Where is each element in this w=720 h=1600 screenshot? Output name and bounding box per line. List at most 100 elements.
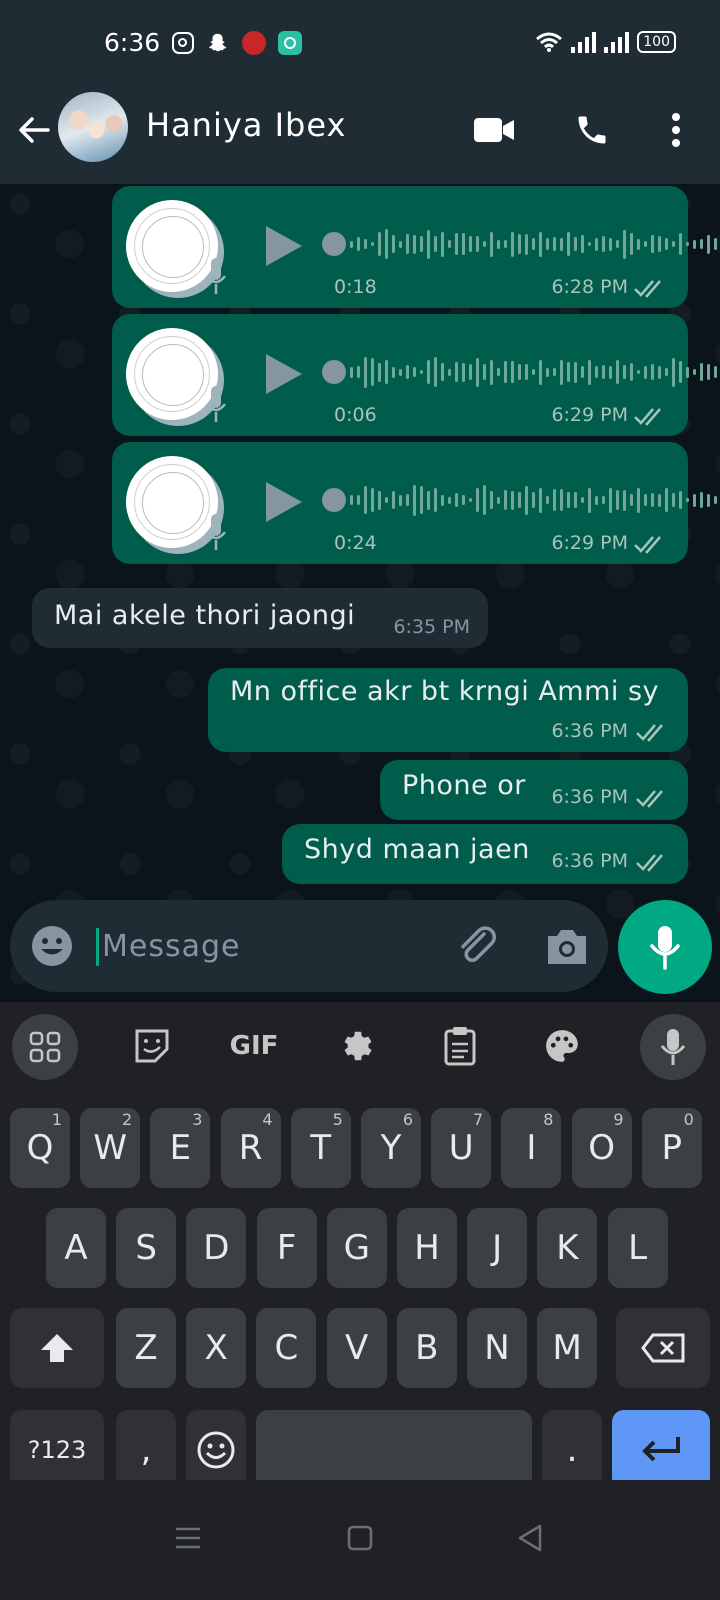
key-number-hint: 7 [473, 1110, 484, 1129]
key-label: Q [26, 1128, 54, 1168]
menu-button[interactable] [164, 1514, 212, 1562]
play-icon[interactable] [262, 222, 306, 270]
key-d[interactable]: D [186, 1208, 247, 1288]
shift-key[interactable] [10, 1308, 104, 1388]
waveform-bar [609, 365, 612, 379]
waveform-bar [637, 238, 640, 250]
outgoing-message[interactable]: Mn office akr bt krngi Ammi sy 6:36 PM [208, 668, 688, 752]
key-u[interactable]: U7 [431, 1108, 492, 1188]
key-label: X [204, 1328, 228, 1368]
read-ticks-icon [636, 854, 663, 872]
key-m[interactable]: M [537, 1308, 598, 1388]
symbols-key[interactable]: ?123 [10, 1410, 104, 1490]
waveform[interactable] [322, 226, 717, 262]
gif-button[interactable]: GIF [222, 1014, 286, 1078]
key-n[interactable]: N [467, 1308, 527, 1388]
key-p[interactable]: P0 [641, 1108, 702, 1188]
waveform-bar [490, 359, 493, 385]
play-icon[interactable] [262, 478, 306, 526]
sticker-button[interactable] [120, 1014, 184, 1078]
incoming-message[interactable]: Mai akele thori jaongi 6:35 PM [32, 588, 488, 648]
period-key[interactable]: . [542, 1410, 602, 1490]
key-l[interactable]: L [607, 1208, 668, 1288]
key-x[interactable]: X [186, 1308, 247, 1388]
waveform-bar [546, 238, 549, 250]
waveform-bar [483, 485, 486, 515]
key-number-hint: 2 [122, 1110, 133, 1129]
voice-input-button[interactable] [640, 1014, 706, 1080]
key-t[interactable]: T5 [290, 1108, 351, 1188]
key-j[interactable]: J [467, 1208, 528, 1288]
attach-icon[interactable] [454, 922, 502, 970]
waveform-bar [364, 486, 367, 514]
key-y[interactable]: Y6 [361, 1108, 421, 1188]
enter-key[interactable] [612, 1410, 710, 1490]
waveform[interactable] [322, 482, 717, 518]
video-call-button[interactable] [470, 106, 518, 154]
key-a[interactable]: A [46, 1208, 106, 1288]
waveform-bar [546, 496, 549, 504]
clipboard-button[interactable] [428, 1014, 492, 1078]
waveform-bar [378, 232, 381, 256]
key-g[interactable]: G [326, 1208, 387, 1288]
key-b[interactable]: B [396, 1308, 457, 1388]
key-z[interactable]: Z [116, 1308, 176, 1388]
play-icon[interactable] [262, 350, 306, 398]
voice-message[interactable]: 0:18 6:28 PM [112, 186, 717, 308]
emoji-key[interactable] [186, 1410, 246, 1490]
key-k[interactable]: K [537, 1208, 598, 1288]
key-s[interactable]: S [116, 1208, 177, 1288]
outgoing-message[interactable]: Phone or 6:36 PM [380, 760, 688, 820]
emoji-icon[interactable] [30, 924, 74, 968]
key-i[interactable]: I8 [501, 1108, 562, 1188]
key-h[interactable]: H [397, 1208, 457, 1288]
waveform-bar [497, 239, 500, 249]
message-input[interactable] [102, 920, 432, 972]
menu-icon [176, 1527, 200, 1549]
key-label: C [274, 1328, 299, 1368]
key-v[interactable]: V [326, 1308, 387, 1388]
voice-call-button[interactable] [568, 106, 616, 154]
theme-button[interactable] [530, 1014, 594, 1078]
contact-name[interactable]: Haniya Ibex [146, 106, 346, 144]
back-button[interactable] [506, 1514, 554, 1562]
voice-message[interactable]: 0:24 6:29 PM [112, 442, 717, 564]
waveform-bar [567, 232, 570, 256]
waveform-bar [455, 233, 458, 255]
voice-message[interactable]: 0:06 6:29 PM [112, 314, 717, 436]
message-text: Mn office akr bt krngi Ammi sy [230, 676, 660, 707]
apps-grid-button[interactable] [12, 1014, 78, 1080]
key-w[interactable]: W2 [80, 1108, 141, 1188]
key-f[interactable]: F [256, 1208, 317, 1288]
chat-area[interactable]: 0:18 6:28 PM 0:06 6:29 PM 0:24 6:29 PM M… [0, 184, 720, 1000]
waveform-bar [455, 493, 458, 507]
waveform-bar [686, 242, 689, 246]
notification-app-icon [242, 31, 266, 55]
key-q[interactable]: Q1 [10, 1108, 70, 1188]
outgoing-message[interactable]: Shyd maan jaen 6:36 PM [282, 824, 688, 884]
waveform-bar [399, 368, 402, 376]
waveform[interactable] [322, 354, 717, 390]
comma-key[interactable]: , [116, 1410, 176, 1490]
backspace-key[interactable] [616, 1308, 710, 1388]
key-e[interactable]: E3 [150, 1108, 211, 1188]
voice-record-button[interactable] [618, 900, 712, 994]
key-r[interactable]: R4 [220, 1108, 281, 1188]
contact-avatar[interactable] [58, 92, 128, 162]
key-label: K [556, 1228, 579, 1268]
waveform-bar [350, 495, 353, 505]
waveform-bar [518, 492, 521, 508]
back-arrow-icon[interactable] [14, 110, 54, 150]
waveform-bar [553, 489, 556, 511]
settings-button[interactable] [326, 1014, 390, 1078]
key-o[interactable]: O9 [571, 1108, 632, 1188]
key-c[interactable]: C [256, 1308, 317, 1388]
key-label: A [64, 1228, 88, 1268]
waveform-bar [469, 364, 472, 380]
waveform-bar [560, 489, 563, 511]
space-key[interactable] [256, 1410, 532, 1490]
more-options-button[interactable] [652, 106, 700, 154]
home-button[interactable] [336, 1514, 384, 1562]
key-label: T [310, 1128, 332, 1168]
camera-icon[interactable] [544, 924, 590, 968]
